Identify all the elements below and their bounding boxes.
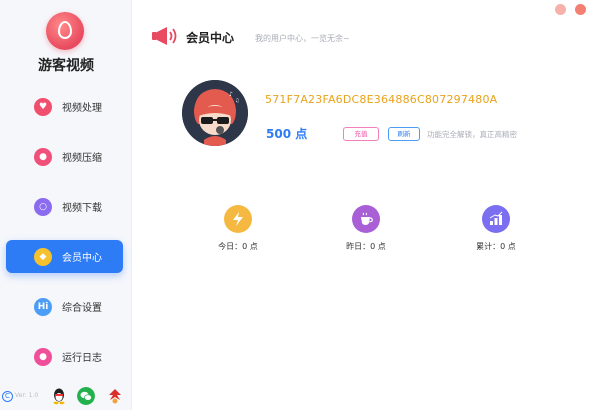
- avatar: ♪ ♫: [182, 80, 248, 146]
- lightning-icon: [224, 205, 252, 233]
- nav-item-video-download[interactable]: ○ 视频下载: [6, 190, 123, 223]
- wechat-icon[interactable]: [77, 387, 95, 405]
- stat-yesterday-label: 昨日：0 点: [346, 242, 386, 251]
- nav-item-label: 视频压缩: [62, 153, 102, 164]
- search-icon: ○: [34, 197, 52, 216]
- nav-item-label: 视频处理: [62, 103, 102, 114]
- nav-item-member-center[interactable]: ◆ 会员中心: [6, 240, 123, 273]
- stat-today-label: 今日：0 点: [218, 242, 258, 251]
- sidebar: 游客视频 ♥ 视频处理 ● 视频压缩 ○ 视频下载 ◆ 会员中心 Hi 综合设置…: [0, 0, 132, 410]
- coffee-cup-icon: [352, 205, 380, 233]
- svg-text:♫: ♫: [235, 98, 239, 104]
- log-icon: ●: [34, 347, 52, 366]
- stat-total-label: 累计：0 点: [476, 242, 516, 251]
- points-balance: 500 点: [266, 127, 308, 141]
- member-id: 571F7A23FA6DC8E364886C807297480A: [265, 93, 498, 106]
- minimize-button[interactable]: [555, 4, 566, 15]
- compress-icon: ●: [34, 147, 52, 166]
- nav-item-settings[interactable]: Hi 综合设置: [6, 290, 123, 323]
- qq-icon[interactable]: [50, 387, 68, 405]
- hi-icon: Hi: [34, 297, 52, 316]
- app-logo: [46, 12, 84, 50]
- version-text: Ver: 1.0: [15, 392, 39, 399]
- app-name: 游客视频: [38, 58, 94, 74]
- nav-item-run-log[interactable]: ● 运行日志: [6, 340, 123, 373]
- svg-text:♪: ♪: [229, 91, 233, 98]
- sidebar-footer: C Ver: 1.0: [0, 380, 132, 410]
- nav-item-label: 运行日志: [62, 353, 102, 364]
- page-subtitle: 我的用户中心，一览无余~: [255, 34, 350, 43]
- copyright-icon: C: [2, 391, 13, 402]
- nav-item-label: 会员中心: [62, 253, 102, 264]
- vip-diamond-icon: ◆: [34, 247, 52, 266]
- stat-yesterday: 昨日：0 点: [321, 205, 411, 252]
- bar-chart-icon: [482, 205, 510, 233]
- stat-today: 今日：0 点: [193, 205, 283, 252]
- unlock-hint: 功能完全解锁，真正高精密: [427, 130, 517, 139]
- close-button[interactable]: [575, 4, 586, 15]
- megaphone-icon: [152, 27, 177, 45]
- refresh-button[interactable]: 刷新: [388, 127, 420, 141]
- nav-item-video-processing[interactable]: ♥ 视频处理: [6, 90, 123, 123]
- nav-item-video-compression[interactable]: ● 视频压缩: [6, 140, 123, 173]
- weibo-icon[interactable]: [106, 387, 124, 405]
- recharge-button[interactable]: 充值: [343, 127, 379, 141]
- nav-item-label: 视频下载: [62, 203, 102, 214]
- stat-total: 累计：0 点: [451, 205, 541, 252]
- heart-icon: ♥: [34, 97, 52, 116]
- page-title: 会员中心: [186, 31, 235, 45]
- nav-item-label: 综合设置: [62, 303, 102, 314]
